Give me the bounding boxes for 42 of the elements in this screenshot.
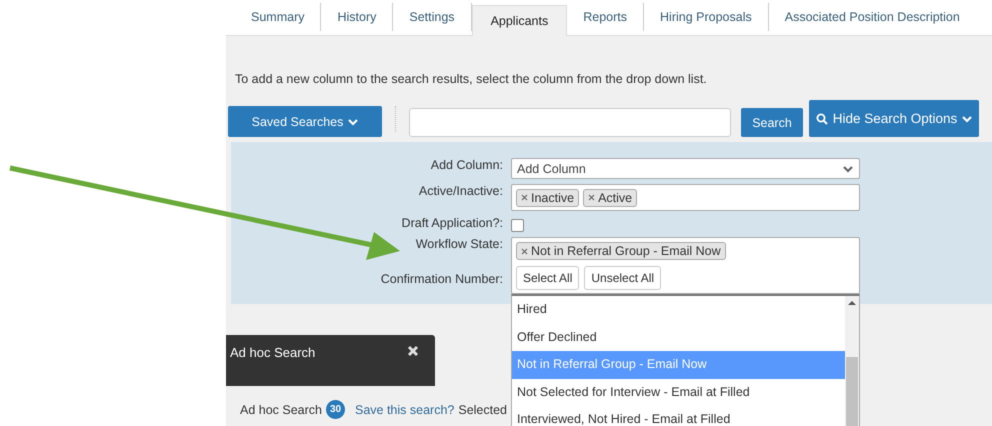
chevron-down-icon — [348, 118, 358, 126]
panel-title: Ad hoc Search — [230, 345, 316, 360]
unselect-all-button[interactable]: Unselect All — [584, 266, 662, 290]
tab[interactable]: Associated Position Description — [768, 3, 976, 31]
dropdown-option[interactable]: Hired — [512, 296, 845, 324]
hide-search-options-button[interactable]: Hide Search Options — [809, 100, 979, 137]
filter-tag: Active — [583, 188, 638, 206]
field-label: Confirmation Number: — [380, 272, 503, 288]
remove-icon[interactable] — [588, 194, 596, 201]
saved-searches-button[interactable]: Saved Searches — [228, 106, 382, 137]
filter-tag: Inactive — [516, 188, 580, 206]
remove-icon[interactable] — [521, 194, 528, 201]
filter-tag: Not in Referral Group - Email Now — [516, 242, 726, 260]
search-field[interactable] — [409, 108, 731, 137]
scroll-up-icon[interactable] — [848, 300, 856, 306]
scrollbar[interactable] — [845, 296, 859, 426]
field-label: Draft Application?: — [400, 216, 503, 232]
close-icon[interactable] — [407, 345, 419, 357]
save-search-link[interactable]: Save this search? — [355, 402, 454, 416]
remove-icon[interactable] — [521, 248, 528, 254]
tab[interactable]: Summary — [235, 3, 322, 31]
select-all-button[interactable]: Select All — [516, 266, 580, 290]
chevron-down-icon — [843, 164, 853, 172]
add-column-dropdown[interactable]: Add Column — [511, 158, 860, 179]
search-button[interactable]: Search — [741, 108, 803, 137]
instruction-text: To add a new column to the search results, select the column from the drop down list. — [235, 72, 708, 86]
draft-application-checkbox[interactable] — [511, 219, 524, 232]
dropdown-option[interactable]: Interviewed, Not Hired - Email at Filled — [512, 406, 845, 426]
field-label: Add Column: — [430, 158, 503, 174]
field-label: Active/Inactive: — [418, 184, 503, 200]
tab[interactable]: Hiring Proposals — [644, 3, 769, 31]
dropdown-option[interactable]: Not Selected for Interview - Email at Filled — [512, 378, 845, 406]
tab[interactable]: Reports — [567, 3, 644, 31]
tab[interactable]: History — [321, 3, 394, 31]
tab[interactable]: Applicants — [472, 5, 568, 36]
search-name: Ad hoc Search — [240, 402, 322, 416]
field-label: Workflow State: — [414, 237, 503, 253]
count-badge: 30 — [326, 400, 345, 419]
search-icon — [816, 112, 828, 124]
dropdown-option[interactable]: Offer Declined — [512, 324, 845, 351]
chevron-down-icon — [962, 114, 972, 122]
selected-text: Selected — [458, 402, 508, 416]
